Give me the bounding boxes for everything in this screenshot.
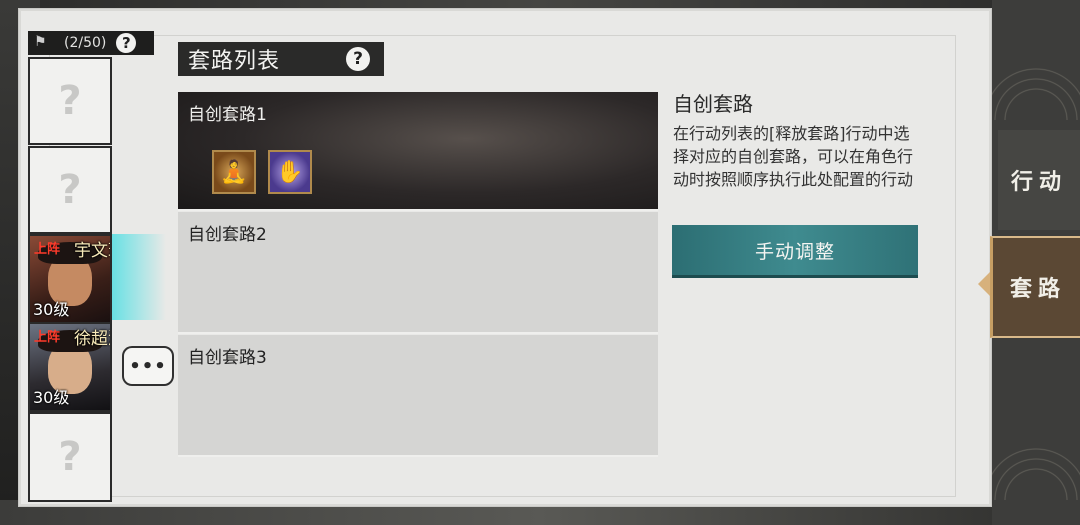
selected-glow xyxy=(108,234,166,320)
manual-adjust-button[interactable]: 手动调整 xyxy=(672,225,918,278)
wave-pattern xyxy=(992,380,1080,500)
page-title: 套路列表 xyxy=(188,49,281,74)
question-mark-icon: ? xyxy=(58,434,82,480)
wave-pattern xyxy=(992,0,1080,120)
hero-card-xuchaoyuan[interactable]: 上阵 徐超渊 30级 xyxy=(28,322,112,412)
deploy-badge: 上阵 xyxy=(34,330,61,345)
roster-count: (2/50) xyxy=(64,35,107,51)
question-mark-icon: ? xyxy=(58,78,82,124)
routine-label: 自创套路1 xyxy=(188,105,267,125)
info-description: 在行动列表的[释放套路]行动中选择对应的自创套路，可以在角色行动时按照顺序执行此… xyxy=(673,124,914,189)
hero-name: 宇文珂 xyxy=(74,241,110,261)
tab-routine[interactable]: 套路 xyxy=(990,236,1080,338)
empty-slot[interactable]: ? xyxy=(28,57,112,145)
roster-help-icon[interactable]: ? xyxy=(116,33,137,53)
empty-slot[interactable]: ? xyxy=(28,412,112,502)
hero-name: 徐超渊 xyxy=(74,329,110,349)
hero-card-yuwenke[interactable]: 上阵 宇文珂 30级 xyxy=(28,234,112,324)
routine-slot-1[interactable]: 自创套路1 🧘 ✋ xyxy=(178,92,658,211)
routine-slot-2[interactable]: 自创套路2 xyxy=(178,212,658,334)
routine-label: 自创套路3 xyxy=(188,348,267,368)
routine-slot-3[interactable]: 自创套路3 xyxy=(178,335,658,457)
roster-counter: ⚑ (2/50) ? xyxy=(28,31,154,55)
info-title: 自创套路 xyxy=(673,92,753,116)
chat-bubble-icon[interactable]: ••• xyxy=(122,346,174,386)
palm-skill-icon[interactable]: ✋ xyxy=(268,150,312,194)
hero-level: 30级 xyxy=(33,300,70,319)
meditation-skill-icon[interactable]: 🧘 xyxy=(212,150,256,194)
deploy-badge: 上阵 xyxy=(34,242,61,257)
tab-action[interactable]: 行动 xyxy=(998,130,1080,230)
empty-slot[interactable]: ? xyxy=(28,146,112,234)
hero-level: 30级 xyxy=(33,388,70,407)
routine-list-header: 套路列表 ? xyxy=(178,42,384,76)
routine-label: 自创套路2 xyxy=(188,225,267,245)
banner-icon: ⚑ xyxy=(34,34,47,50)
question-mark-icon: ? xyxy=(58,167,82,213)
list-help-icon[interactable]: ? xyxy=(346,47,370,71)
